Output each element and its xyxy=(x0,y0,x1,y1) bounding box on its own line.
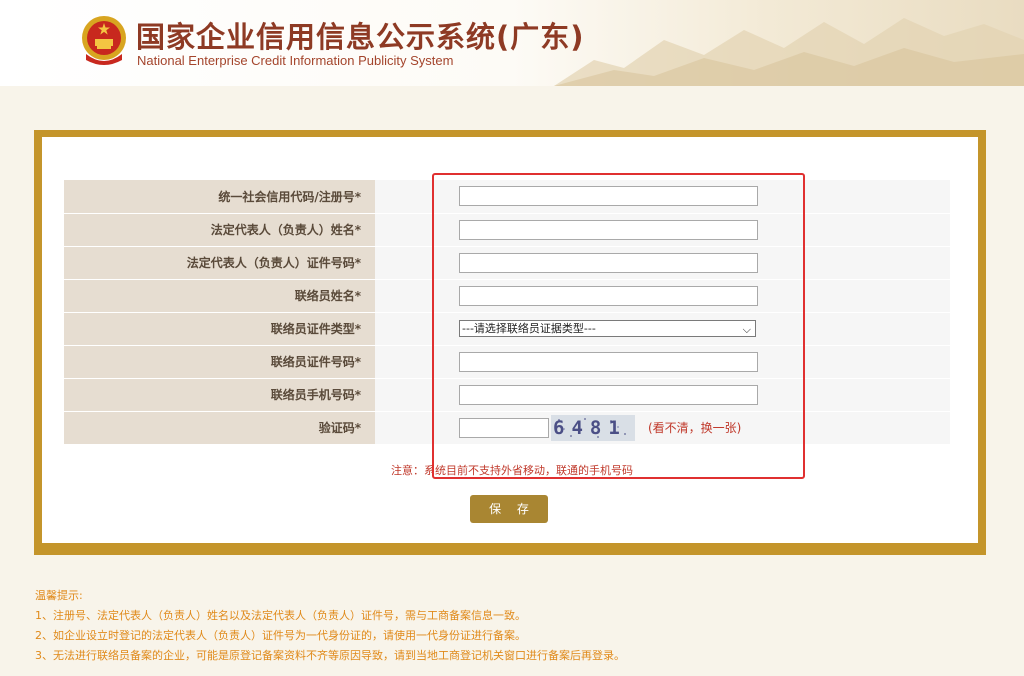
tips-item: 3、无法进行联络员备案的企业，可能是原登记备案资料不齐等原因导致，请到当地工商登… xyxy=(35,649,625,662)
field-label: 联络员证件号码* xyxy=(64,345,375,379)
save-button[interactable]: 保 存 xyxy=(470,495,548,523)
field-label: 法定代表人（负责人）姓名* xyxy=(64,213,375,247)
mountain-background-icon xyxy=(554,18,1024,86)
site-subtitle: National Enterprise Credit Information P… xyxy=(137,53,454,68)
tips-item: 2、如企业设立时登记的法定代表人（负责人）证件号为一代身份证的，请使用一代身份证… xyxy=(35,629,526,642)
tips-title: 温馨提示: xyxy=(35,589,83,602)
site-header: 国家企业信用信息公示系统(广东) National Enterprise Cre… xyxy=(0,0,1024,86)
field-label: 验证码* xyxy=(64,411,375,445)
field-label: 法定代表人（负责人）证件号码* xyxy=(64,246,375,280)
field-label: 联络员手机号码* xyxy=(64,378,375,412)
tips-section: 温馨提示: 1、注册号、法定代表人（负责人）姓名以及法定代表人（负责人）证件号，… xyxy=(35,586,625,666)
tips-item: 1、注册号、法定代表人（负责人）姓名以及法定代表人（负责人）证件号，需与工商备案… xyxy=(35,609,526,622)
field-label: 联络员证件类型* xyxy=(64,312,375,346)
site-title: 国家企业信用信息公示系统(广东) xyxy=(136,20,585,54)
field-label: 联络员姓名* xyxy=(64,279,375,313)
field-label: 统一社会信用代码/注册号* xyxy=(64,180,375,214)
national-emblem-icon xyxy=(82,16,126,65)
highlight-box xyxy=(432,173,805,479)
